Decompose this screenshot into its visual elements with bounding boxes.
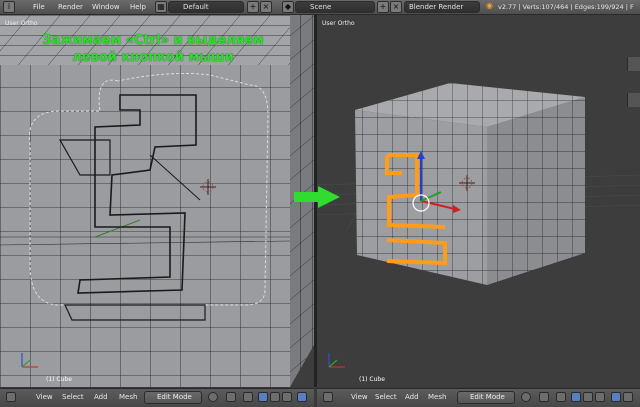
properties-panel-toggle[interactable] [627,57,640,71]
menu-mesh-right[interactable]: Mesh [428,393,446,401]
remove-layout-button[interactable]: × [260,1,272,13]
layout-selector[interactable]: Default [168,1,244,13]
right-3d-viewport[interactable]: User Ortho (1) Cube [317,15,640,387]
transform-translate-icon[interactable] [258,392,268,402]
transform-scale-icon-right[interactable] [595,392,605,402]
transform-translate-icon-right[interactable] [571,392,581,402]
blender-logo-icon: ◉ [486,1,493,10]
edge-select-icon-right[interactable] [623,392,633,402]
transform-rotate-icon-right[interactable] [583,392,593,402]
add-scene-button[interactable]: + [377,1,389,13]
manipulator-icon[interactable] [243,392,253,402]
transform-scale-icon[interactable] [282,392,292,402]
layout-name: Default [183,3,209,11]
menu-file[interactable]: File [33,2,45,12]
left-object-label: (1) Cube [46,376,72,383]
tool-shelf-toggle[interactable] [627,93,640,107]
right-viewport-header: View Select Add Mesh Edit Mode [317,388,640,407]
caption-line-2: левой кнопкой мыши [72,50,234,65]
scene-selector[interactable]: Scene [295,1,375,13]
scene-name: Scene [310,3,332,11]
instruction-caption: Зажимаем «Ctrl» и выделяем левой кнопкой… [28,32,278,66]
left-mesh-view [0,15,314,387]
pivot-icon[interactable] [226,392,236,402]
render-engine-selector[interactable]: Blender Render [404,1,480,13]
menu-view[interactable]: View [36,393,53,401]
pivot-icon-right[interactable] [539,392,549,402]
editor-type-icon[interactable] [6,392,16,402]
vertex-select-icon-right[interactable] [611,392,621,402]
menu-add[interactable]: Add [94,393,108,401]
right-mesh-view [317,83,640,368]
scene-icon[interactable]: ◆ [282,1,294,13]
menu-mesh[interactable]: Mesh [119,393,137,401]
menu-select[interactable]: Select [62,393,84,401]
shading-icon[interactable] [208,392,218,402]
menu-add-right[interactable]: Add [405,393,419,401]
vertex-select-icon[interactable] [297,392,307,402]
screen-layout-icon[interactable]: ▦ [155,1,167,13]
mode-label: Edit Mode [157,393,192,401]
info-editor-icon[interactable]: i [3,1,15,13]
menu-view-right[interactable]: View [351,393,368,401]
menu-help[interactable]: Help [130,2,146,12]
manipulator-icon-right[interactable] [556,392,566,402]
left-3d-viewport[interactable]: User Ortho (1) Cube [0,15,314,387]
top-info-bar: i File Render Window Help ▦ Default + × … [0,0,640,15]
menu-window[interactable]: Window [92,2,120,12]
left-viewport-header: View Select Add Mesh Edit Mode [0,388,314,407]
left-view-label: User Ortho [5,20,38,27]
status-stats: v2.77 | Verts:107/464 | Edges:199/924 | … [498,3,634,11]
mode-selector-right[interactable]: Edit Mode [457,391,515,404]
menu-render[interactable]: Render [58,2,83,12]
transform-rotate-icon[interactable] [270,392,280,402]
mode-selector[interactable]: Edit Mode [144,391,202,404]
add-layout-button[interactable]: + [247,1,259,13]
render-engine-name: Blender Render [409,3,464,11]
caption-line-1: Зажимаем «Ctrl» и выделяем [42,33,264,48]
remove-scene-button[interactable]: × [390,1,402,13]
menu-select-right[interactable]: Select [375,393,397,401]
green-arrow-icon [294,186,340,208]
editor-type-icon-right[interactable] [323,392,333,402]
mode-label-right: Edit Mode [470,393,505,401]
right-object-label: (1) Cube [359,376,385,383]
shading-icon-right[interactable] [521,392,531,402]
right-view-label: User Ortho [322,20,355,27]
